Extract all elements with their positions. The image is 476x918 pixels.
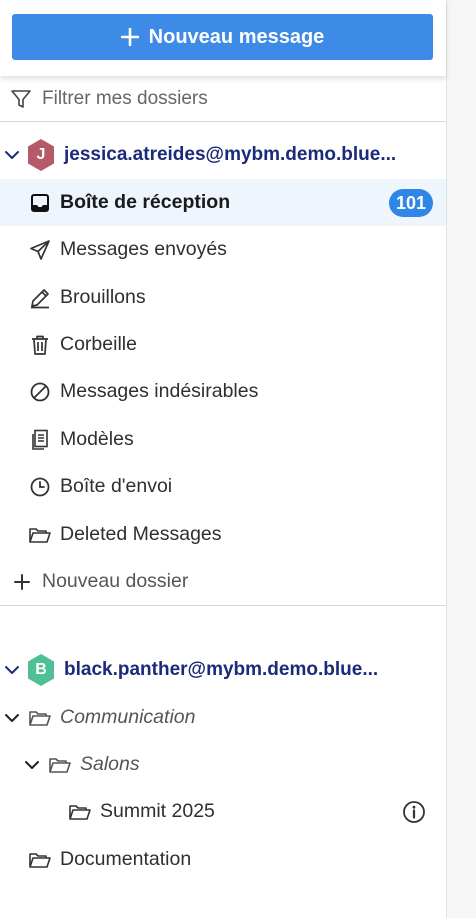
folder-label: Boîte d'envoi xyxy=(60,475,173,497)
chevron-down-icon[interactable] xyxy=(0,658,24,682)
pencil-icon xyxy=(28,286,52,310)
folder-icon xyxy=(48,753,72,777)
trash-icon xyxy=(28,333,52,357)
folder-icon xyxy=(28,706,52,730)
folder-salons[interactable]: Salons xyxy=(0,741,446,788)
avatar: J xyxy=(26,138,56,172)
avatar-initial: B xyxy=(35,660,47,678)
send-icon xyxy=(28,238,52,262)
new-folder-button[interactable]: Nouveau dossier xyxy=(0,558,446,605)
folder-label: Summit 2025 xyxy=(100,800,215,822)
new-folder-label: Nouveau dossier xyxy=(42,570,189,592)
folder-icon xyxy=(28,523,52,547)
folder-trash[interactable]: Corbeille xyxy=(0,321,446,368)
folder-label: Communication xyxy=(60,706,196,728)
chevron-down-icon[interactable] xyxy=(20,753,44,777)
account-divider xyxy=(0,605,446,606)
folder-junk[interactable]: Messages indésirables xyxy=(0,368,446,415)
folder-label: Documentation xyxy=(60,848,192,870)
top-toolbar: Nouveau message xyxy=(0,0,446,76)
plus-icon xyxy=(120,28,139,46)
folder-label: Deleted Messages xyxy=(60,523,222,545)
folder-label: Messages envoyés xyxy=(60,238,227,260)
folder-label: Modèles xyxy=(60,428,134,450)
account-header-black-panther[interactable]: B black.panther@mybm.demo.blue... xyxy=(0,646,446,693)
folder-icon xyxy=(68,800,92,824)
avatar-initial: J xyxy=(36,145,46,163)
folder-sent[interactable]: Messages envoyés xyxy=(0,226,446,273)
account-header-jessica[interactable]: J jessica.atreides@mybm.demo.blue... xyxy=(0,131,446,178)
inbox-icon xyxy=(28,191,52,215)
right-panel xyxy=(446,0,476,918)
folder-drafts[interactable]: Brouillons xyxy=(0,274,446,321)
unread-badge: 101 xyxy=(389,189,433,217)
avatar: B xyxy=(26,653,56,687)
folder-label: Brouillons xyxy=(60,286,146,308)
folder-deleted-messages[interactable]: Deleted Messages xyxy=(0,511,446,558)
folder-summit-2025[interactable]: Summit 2025 xyxy=(0,788,446,835)
forbidden-icon xyxy=(28,380,52,404)
folder-templates[interactable]: Modèles xyxy=(0,416,446,463)
chevron-down-icon[interactable] xyxy=(0,706,24,730)
folder-label: Corbeille xyxy=(60,333,137,355)
folder-outbox[interactable]: Boîte d'envoi xyxy=(0,463,446,510)
folder-label: Boîte de réception xyxy=(60,191,231,213)
folder-communication[interactable]: Communication xyxy=(0,694,446,741)
new-message-label: Nouveau message xyxy=(148,25,325,48)
clock-icon xyxy=(28,475,52,499)
folder-inbox[interactable]: Boîte de réception 101 xyxy=(0,179,446,226)
account-email: jessica.atreides@mybm.demo.blue... xyxy=(64,143,397,165)
folder-label: Messages indésirables xyxy=(60,380,259,402)
new-message-button[interactable]: Nouveau message xyxy=(12,14,433,60)
folder-icon xyxy=(28,848,52,872)
folder-filter-input[interactable] xyxy=(40,86,424,111)
folder-documentation[interactable]: Documentation xyxy=(0,836,446,883)
plus-icon xyxy=(10,570,34,594)
account-email: black.panther@mybm.demo.blue... xyxy=(64,658,379,680)
folder-filter xyxy=(0,76,446,122)
chevron-down-icon[interactable] xyxy=(0,143,24,167)
folder-label: Salons xyxy=(80,753,140,775)
filter-icon xyxy=(11,89,31,108)
info-icon[interactable] xyxy=(402,800,426,830)
templates-icon xyxy=(28,428,52,452)
